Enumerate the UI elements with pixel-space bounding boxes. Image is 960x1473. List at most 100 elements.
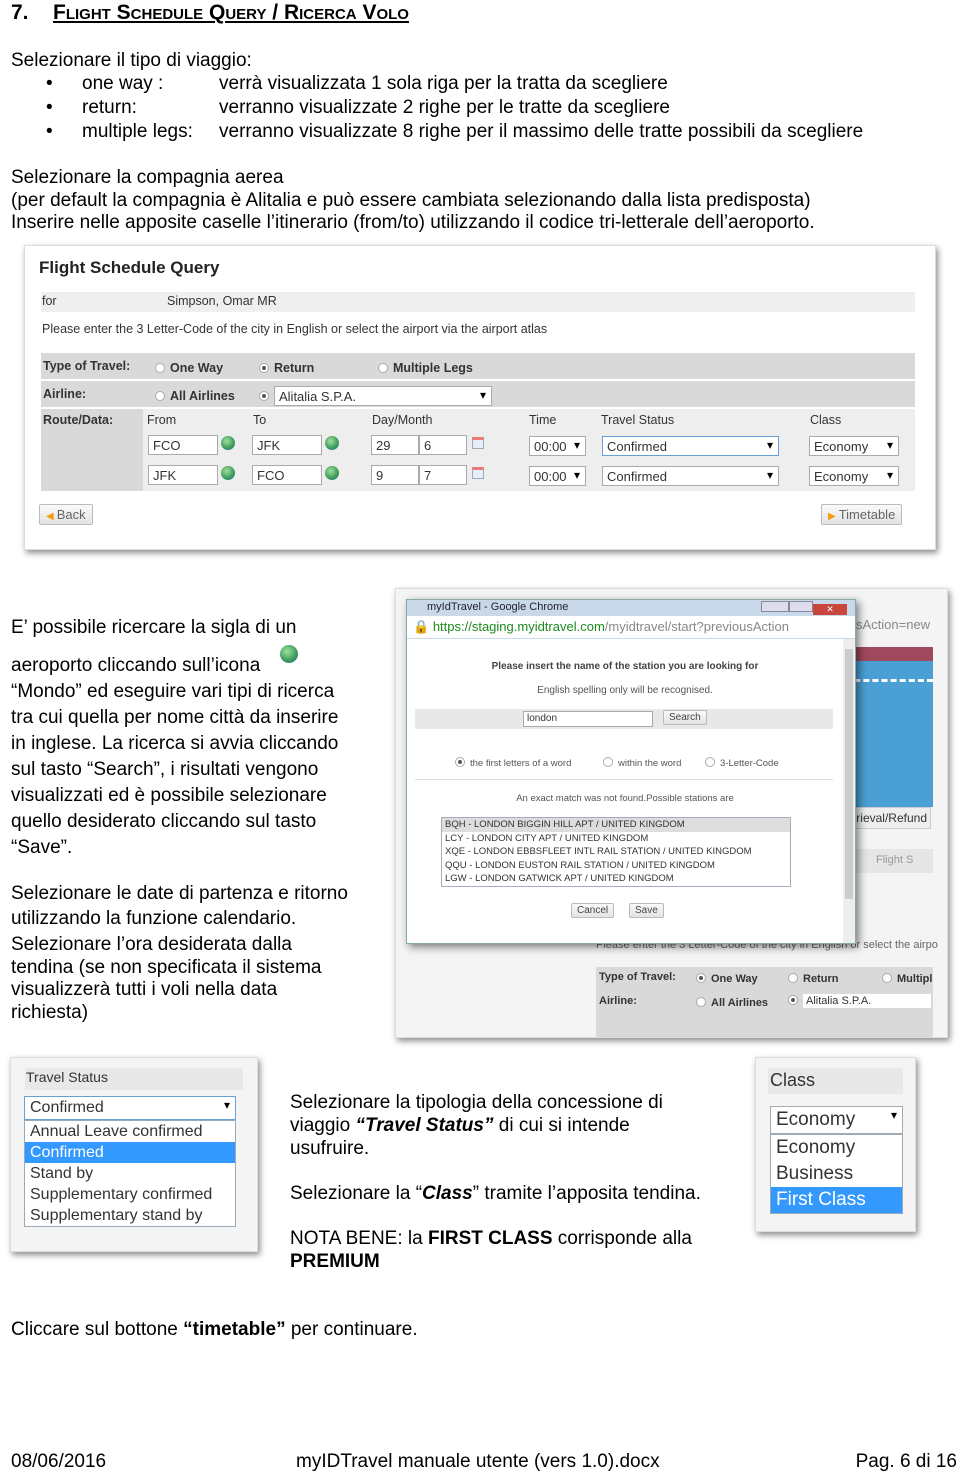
option[interactable]: Confirmed	[25, 1142, 235, 1163]
class-select[interactable]: Economy	[809, 466, 899, 486]
paragraph: NOTA BENE: la FIRST CLASS corrisponde al…	[290, 1228, 692, 1249]
col-from: From	[147, 413, 177, 427]
background-radio: One Way	[696, 973, 758, 985]
lock-icon: 🔒	[413, 619, 430, 634]
back-button[interactable]: ◀ Back	[39, 504, 93, 525]
window-controls[interactable]: ✕	[761, 600, 851, 615]
address-bar[interactable]: 🔒 https://staging.myidtravel.com/myidtra…	[407, 616, 855, 638]
section-heading: 7. Flight Schedule Query / Ricerca Volo	[11, 1, 409, 24]
month-input[interactable]: 6	[419, 435, 467, 455]
paragraph: E’ possibile ricercare la sigla di un	[11, 617, 297, 638]
paragraph: aeroporto cliccando sull’icona	[11, 655, 261, 676]
radio-multiple-legs[interactable]: Multiple Legs	[378, 361, 473, 375]
close-icon: ✕	[813, 604, 847, 615]
result-item[interactable]: BQH - LONDON BIGGIN HILL APT / UNITED KI…	[442, 818, 790, 832]
result-item[interactable]: LCY - LONDON CITY APT / UNITED KINGDOM	[442, 832, 790, 846]
radio-all-airlines[interactable]: All Airlines	[155, 389, 235, 403]
airport-search-screenshot: sAction=new rieval/Refund Flight S Pleas…	[395, 588, 948, 1038]
radio-return[interactable]: Return	[259, 361, 314, 375]
result-item[interactable]: LGW - LONDON GATWICK APT / UNITED KINGDO…	[442, 872, 790, 886]
cancel-button[interactable]: Cancel	[571, 903, 615, 918]
from-input[interactable]: JFK	[148, 465, 218, 485]
option[interactable]: Supplementary stand by	[25, 1205, 235, 1226]
type-label: Type of Travel:	[43, 359, 131, 373]
calendar-icon[interactable]	[472, 467, 484, 479]
result-message: An exact match was not found.Possible st…	[516, 793, 734, 804]
globe-icon[interactable]	[325, 436, 339, 450]
globe-icon	[280, 645, 298, 663]
travel-status-select[interactable]: Confirmed	[602, 466, 779, 486]
month-input[interactable]: 7	[419, 465, 467, 485]
radio-airline[interactable]	[259, 389, 274, 403]
paragraph: Selezionare la “Class” tramite l’apposit…	[290, 1183, 701, 1204]
result-item[interactable]: XQE - LONDON EBBSFLEET INTL RAIL STATION…	[442, 845, 790, 859]
col-day-month: Day/Month	[372, 413, 433, 427]
paragraph: tra cui quella per nome città da inserir…	[11, 707, 339, 728]
result-item[interactable]: QQU - LONDON EUSTON RAIL STATION / UNITE…	[442, 859, 790, 873]
option[interactable]: Stand by	[25, 1163, 235, 1184]
time-select[interactable]: 00:00	[529, 436, 586, 456]
globe-icon[interactable]	[221, 466, 235, 480]
station-search-input[interactable]: london	[523, 711, 653, 727]
globe-icon[interactable]	[221, 436, 235, 450]
paragraph: richiesta)	[11, 1002, 89, 1023]
paragraph: tendina (se non specificata il sistema	[11, 957, 322, 978]
option[interactable]: Economy	[771, 1135, 902, 1161]
airline-select[interactable]: Alitalia S.P.A.	[274, 386, 492, 406]
paragraph: Selezionare l’ora desiderata dalla	[11, 934, 292, 955]
day-input[interactable]: 9	[371, 465, 419, 485]
scrollbar[interactable]	[843, 639, 855, 943]
search-button[interactable]: Search	[663, 710, 707, 725]
class-label: Class	[768, 1068, 903, 1094]
paragraph: quello desiderato cliccando sul tasto	[11, 811, 317, 832]
footer-page: Pag. 6 di 16	[855, 1451, 957, 1472]
paragraph: visualizzerà tutti i voli nella data	[11, 979, 278, 1000]
background-type-label: Type of Travel:	[599, 971, 676, 983]
to-input[interactable]: JFK	[252, 435, 322, 455]
bullet-item: • return: verranno visualizzate 2 righe pe…	[46, 97, 670, 118]
travel-status-options: Annual Leave confirmed Confirmed Stand b…	[24, 1120, 236, 1227]
option[interactable]: Business	[771, 1161, 902, 1187]
option[interactable]: Annual Leave confirmed	[25, 1121, 235, 1142]
col-time: Time	[529, 413, 557, 427]
time-select[interactable]: 00:00	[529, 466, 586, 486]
travel-status-label: Travel Status	[25, 1068, 243, 1090]
radio-first-letters[interactable]: the first letters of a word	[455, 757, 571, 769]
radio-within-word[interactable]: within the word	[603, 757, 681, 769]
class-select[interactable]: Economy	[809, 436, 899, 456]
travel-status-select[interactable]: Confirmed	[602, 436, 779, 456]
to-input[interactable]: FCO	[252, 465, 322, 485]
paragraph: PREMIUM	[290, 1251, 380, 1272]
globe-icon[interactable]	[325, 466, 339, 480]
paragraph: Inserire nelle apposite caselle l’itiner…	[11, 212, 815, 233]
save-button[interactable]: Save	[629, 903, 664, 918]
background-airline-label: Airline:	[599, 995, 637, 1007]
travel-status-select[interactable]: Confirmed	[24, 1096, 236, 1120]
paragraph: Cliccare sul bottone “timetable” per con…	[11, 1319, 418, 1340]
paragraph: (per default la compagnia è Alitalia e p…	[11, 190, 811, 211]
fsq-title: Flight Schedule Query	[39, 258, 220, 277]
popup-subheading: English spelling only will be recognised…	[537, 685, 713, 696]
background-radio: Return	[788, 973, 838, 985]
background-airline: Alitalia S.P.A.	[788, 994, 932, 1008]
option[interactable]: Supplementary confirmed	[25, 1184, 235, 1205]
from-input[interactable]: FCO	[148, 435, 218, 455]
travel-type-label: Selezionare il tipo di viaggio:	[11, 50, 252, 71]
col-travel-status: Travel Status	[601, 413, 675, 427]
radio-one-way[interactable]: One Way	[155, 361, 223, 375]
timetable-button[interactable]: ▶ Timetable	[821, 504, 903, 525]
flight-schedule-query-screenshot: Flight Schedule Query for Simpson, Omar …	[24, 245, 936, 550]
option[interactable]: First Class	[771, 1187, 902, 1213]
class-select[interactable]: Economy	[770, 1106, 903, 1134]
results-list[interactable]: BQH - LONDON BIGGIN HILL APT / UNITED KI…	[441, 817, 791, 887]
travel-status-screenshot: Travel Status Confirmed Annual Leave con…	[10, 1057, 258, 1252]
col-class: Class	[810, 413, 842, 427]
class-screenshot: Class Economy Economy Business First Cla…	[755, 1057, 916, 1232]
calendar-icon[interactable]	[472, 437, 484, 449]
popup-heading: Please insert the name of the station yo…	[491, 661, 759, 672]
radio-3-letter-code[interactable]: 3-Letter-Code	[705, 757, 779, 769]
background-url: sAction=new	[856, 617, 931, 632]
footer-document: myIDTravel manuale utente (vers 1.0).doc…	[296, 1451, 660, 1472]
day-input[interactable]: 29	[371, 435, 419, 455]
class-options: Economy Business First Class	[770, 1134, 903, 1214]
